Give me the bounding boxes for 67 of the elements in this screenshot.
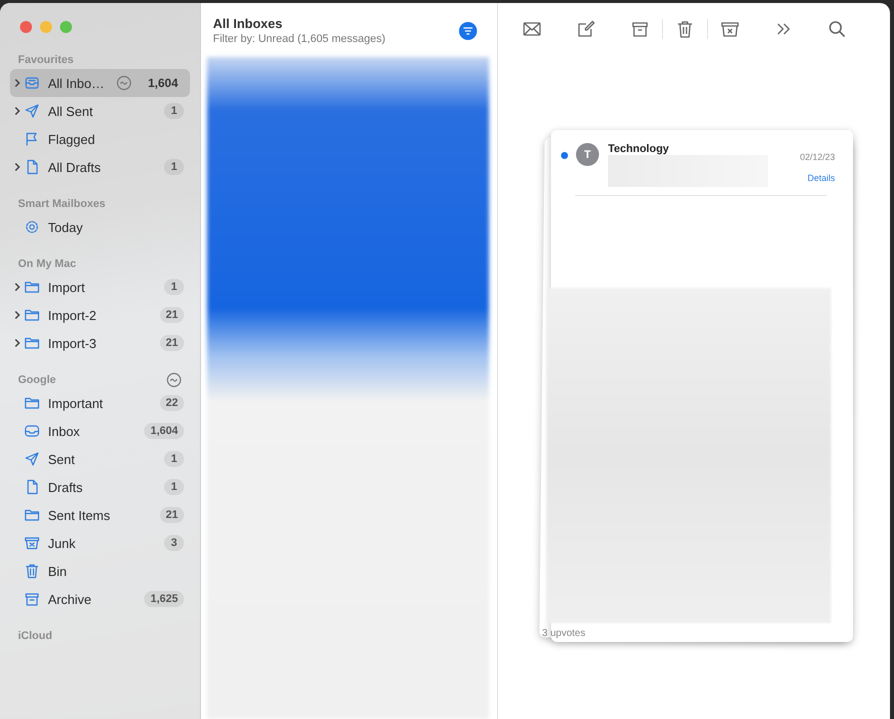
unread-count: 1: [164, 279, 184, 295]
mailbox-item[interactable]: Sent Items 21: [10, 501, 190, 529]
search-icon[interactable]: [828, 20, 846, 38]
mailbox-item[interactable]: All Sent 1: [10, 97, 190, 125]
sender-avatar: T: [576, 143, 599, 166]
disclosure-chevron-icon[interactable]: [14, 282, 21, 292]
disclosure-chevron-icon[interactable]: [14, 162, 21, 172]
paper-plane-icon: [24, 451, 40, 467]
unread-count: 3: [164, 535, 184, 551]
archive-box-icon: [24, 591, 40, 607]
unread-count: 1,625: [144, 591, 184, 607]
folder-icon: [24, 335, 40, 351]
upvote-count: 3 upvotes: [542, 628, 586, 639]
section-heading: iCloud: [18, 630, 52, 642]
filter-button[interactable]: [459, 22, 477, 40]
inbox-icon: [24, 423, 40, 439]
mailbox-item[interactable]: Import-3 21: [10, 329, 190, 357]
paper-plane-icon: [24, 103, 40, 119]
disclosure-chevron-icon[interactable]: [14, 310, 21, 320]
folder-icon: [24, 279, 40, 295]
activity-icon: [166, 372, 182, 388]
mailbox-item[interactable]: Important 22: [10, 389, 190, 417]
unread-count: 21: [160, 307, 184, 323]
message-date: 02/12/23: [800, 152, 835, 162]
unread-count: 1: [164, 103, 184, 119]
trash-icon[interactable]: [675, 19, 695, 39]
unread-count: 1: [164, 159, 184, 175]
mailbox-item[interactable]: All Drafts 1: [10, 153, 190, 181]
section-heading: On My Mac: [18, 258, 76, 270]
mailbox-item[interactable]: Bin: [10, 557, 190, 585]
folder-icon: [24, 395, 40, 411]
mailbox-item[interactable]: Flagged: [10, 125, 190, 153]
disclosure-chevron-icon[interactable]: [14, 106, 21, 116]
gear-icon: [24, 219, 40, 235]
filter-subtitle: Filter by: Unread (1,605 messages): [213, 33, 386, 45]
unread-count: 1: [164, 479, 184, 495]
mailbox-item[interactable]: Drafts 1: [10, 473, 190, 501]
mailbox-item[interactable]: All Inbo… 1,604: [10, 69, 190, 97]
section-heading: Favourites: [18, 54, 74, 66]
unread-count: 21: [160, 507, 184, 523]
activity-icon: [116, 75, 132, 91]
unread-count: 1,604: [144, 423, 184, 439]
sender-name: Technology: [608, 143, 670, 155]
trash-icon: [24, 563, 40, 579]
unread-count: 22: [160, 395, 184, 411]
compose-icon[interactable]: [576, 19, 596, 39]
section-heading: Smart Mailboxes: [18, 198, 106, 210]
section-heading: Google: [18, 374, 56, 386]
details-link[interactable]: Details: [807, 173, 835, 183]
mailbox-item[interactable]: Archive 1,625: [10, 585, 190, 613]
mailbox-item[interactable]: Junk 3: [10, 529, 190, 557]
disclosure-chevron-icon[interactable]: [14, 338, 21, 348]
unread-count: 1: [164, 451, 184, 467]
mailbox-item[interactable]: Import 1: [10, 273, 190, 301]
junk-box-icon: [24, 535, 40, 551]
folder-icon: [24, 507, 40, 523]
mailbox-item[interactable]: Import-2 21: [10, 301, 190, 329]
unread-count: 21: [160, 335, 184, 351]
mailbox-item[interactable]: Today: [10, 213, 190, 241]
mailbox-item[interactable]: Inbox 1,604: [10, 417, 190, 445]
unread-count: 1,604: [146, 75, 179, 92]
folder-icon: [24, 307, 40, 323]
filter-icon: [463, 27, 473, 35]
mailbox-title: All Inboxes: [213, 16, 284, 31]
disclosure-chevron-icon[interactable]: [14, 78, 21, 88]
mailbox-item[interactable]: Sent 1: [10, 445, 190, 473]
tray-icon: [24, 75, 40, 91]
